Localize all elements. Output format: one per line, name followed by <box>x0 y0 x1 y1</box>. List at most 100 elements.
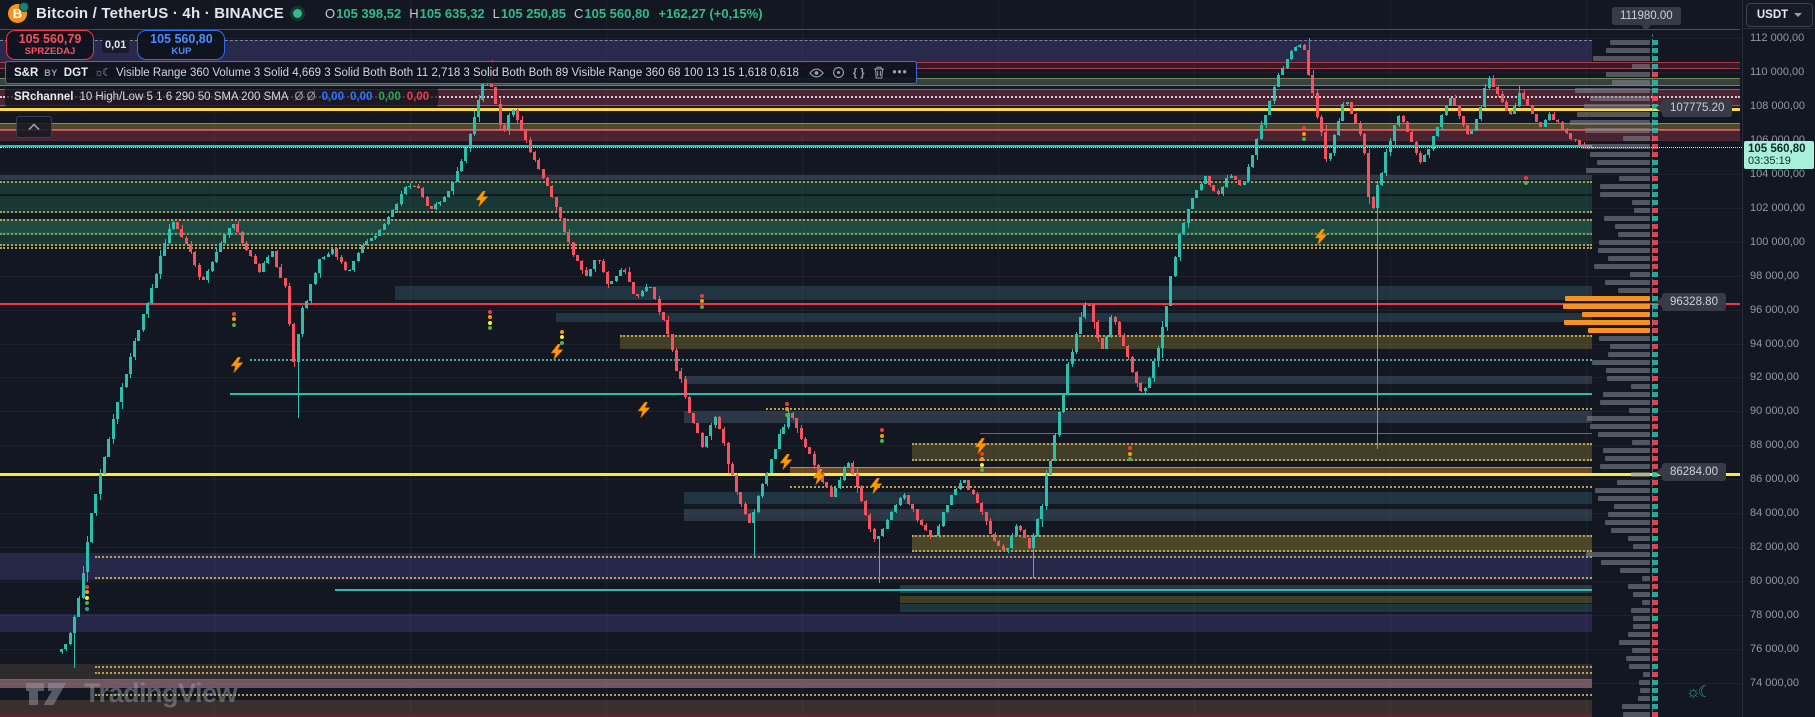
candle-body <box>361 244 364 254</box>
price-level-line <box>980 433 1592 435</box>
candle-body <box>1547 114 1551 120</box>
candle-wick <box>568 228 570 244</box>
candle-body <box>150 287 154 304</box>
currency-selector[interactable]: USDT <box>1746 3 1813 27</box>
volume-profile-bar <box>1620 568 1650 573</box>
candle-wick <box>1308 38 1310 77</box>
grid-line-vertical <box>1586 0 1587 717</box>
volume-profile-delta-tip <box>1652 312 1658 317</box>
candle-wick <box>1476 119 1478 131</box>
source-code-icon[interactable]: { } <box>853 67 865 79</box>
more-options-icon[interactable]: ••• <box>893 67 908 79</box>
candle-wick <box>138 329 140 341</box>
candle-wick <box>409 182 411 189</box>
candle-wick <box>908 494 910 506</box>
volume-profile-delta-tip <box>1652 48 1658 53</box>
candle-wick <box>736 473 738 496</box>
lightning-bolt-icon <box>1315 228 1327 245</box>
candle-wick <box>1338 118 1340 137</box>
candle-body <box>1517 92 1521 106</box>
candle-body <box>877 536 880 540</box>
candle-wick <box>633 281 635 295</box>
candle-body <box>464 146 468 161</box>
bitcoin-logo-icon[interactable]: B <box>8 1 29 23</box>
chart-canvas[interactable]: TradingView ☼☾ <box>0 0 1742 717</box>
candle-wick <box>891 511 893 521</box>
candle-body <box>313 272 317 285</box>
candle-body <box>1470 130 1474 134</box>
candle-wick <box>1407 120 1409 132</box>
candle-body <box>1332 135 1336 153</box>
buy-button[interactable]: 105 560,80 KUP <box>137 30 226 60</box>
volume-profile-bar <box>1586 552 1650 557</box>
candle-wick <box>1454 95 1456 106</box>
candle-wick <box>1480 105 1482 122</box>
volume-profile-bar <box>1604 456 1650 461</box>
settings-icon[interactable] <box>832 66 845 79</box>
indicator-legend-sr-dgt[interactable]: S&R BY DGT ☼☾ Visible Range 360 Volume 3… <box>5 61 917 84</box>
volume-profile-bar <box>1586 168 1650 173</box>
candle-wick <box>1536 113 1538 123</box>
volume-profile-delta-tip <box>1652 584 1658 589</box>
candle-wick <box>805 437 807 448</box>
candle-body <box>524 130 528 140</box>
volume-profile-bar <box>1632 624 1650 629</box>
candle-wick <box>474 110 476 137</box>
price-scale-label: 98 000,00 <box>1750 269 1799 282</box>
candle-body <box>115 402 119 420</box>
candle-wick <box>1463 115 1465 127</box>
candle-body <box>769 459 773 473</box>
candle-body <box>799 428 803 439</box>
candle-body <box>1036 519 1040 536</box>
candle-body <box>726 443 730 464</box>
symbol-title[interactable]: Bitcoin / TetherUS · 4h · BINANCE <box>36 5 284 22</box>
candle-wick <box>1411 130 1413 142</box>
market-status-icon[interactable] <box>293 8 302 18</box>
candle-wick <box>1127 345 1129 360</box>
candle-wick <box>801 424 803 440</box>
visibility-icon[interactable] <box>809 67 824 78</box>
volume-profile-delta-tip <box>1652 432 1658 437</box>
candle-wick <box>646 284 648 292</box>
candle-wick <box>706 435 708 449</box>
sr-zone <box>684 509 1592 521</box>
sell-button[interactable]: 105 560,79 SPRZEDAJ <box>6 30 94 60</box>
candle-body <box>494 87 498 105</box>
candle-wick <box>556 196 557 212</box>
candle-body <box>68 632 72 644</box>
candle-wick <box>444 196 446 203</box>
candle-body <box>834 488 837 497</box>
price-scale-label: 88 000,00 <box>1750 439 1799 452</box>
dotted-level-line <box>95 671 1592 674</box>
price-scale-label: 90 000,00 <box>1750 405 1799 418</box>
candle-body <box>1436 127 1439 137</box>
candle-body <box>343 262 347 270</box>
candle-body <box>520 119 524 131</box>
signal-dot <box>232 311 236 316</box>
candle-wick <box>358 251 360 262</box>
candle-body <box>1117 322 1121 336</box>
volume-profile-bar <box>1639 688 1650 693</box>
candle-body <box>1255 138 1259 156</box>
candle-wick <box>994 531 996 542</box>
delete-icon[interactable] <box>873 66 885 79</box>
indicator-legend-srchannel[interactable]: SRchannel 10 High/Low 5 1 6 290 50 SMA 2… <box>5 86 439 107</box>
candle-wick <box>577 254 579 261</box>
candle-wick <box>100 469 102 500</box>
candle-wick <box>156 273 158 289</box>
candle-wick <box>857 467 858 493</box>
candle-wick <box>207 268 209 283</box>
candle-body <box>1083 304 1087 317</box>
candle-wick <box>611 280 613 285</box>
signal-dot <box>560 335 564 340</box>
candle-wick <box>1295 46 1297 51</box>
legend-collapse-button[interactable] <box>16 116 52 138</box>
candle-body <box>1586 146 1590 149</box>
price-scale-label: 84 000,00 <box>1750 507 1799 520</box>
candle-wick <box>1342 102 1344 121</box>
candle-wick <box>1321 115 1323 136</box>
price-scale-label: 94 000,00 <box>1750 337 1799 350</box>
signal-dot <box>785 407 789 412</box>
candle-body <box>1504 102 1508 111</box>
price-axis[interactable]: USDT 112 000,00 110 000,00 108 000,00 106 0… <box>1742 0 1815 717</box>
